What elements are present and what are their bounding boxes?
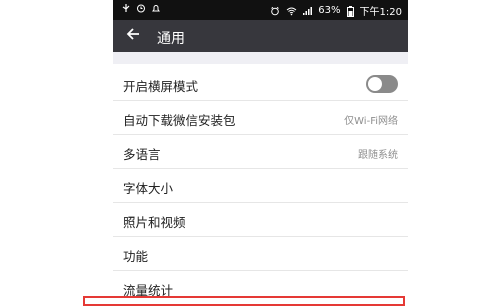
setting-label: 字体大小 [123, 181, 174, 196]
page-title: 通用 [157, 31, 185, 47]
setting-label: 功能 [123, 249, 149, 264]
wifi-icon [286, 6, 297, 16]
phone-screen: 63% 下午1:20 通用 开启横屏模式 自动下载微信安装包 仅Wi-Fi网络 … [113, 0, 408, 303]
setting-label: 自动下载微信安装包 [123, 113, 236, 128]
status-left-icons [121, 3, 161, 13]
back-button[interactable] [123, 26, 143, 46]
battery-percent: 63% [318, 5, 341, 16]
timer-icon [136, 3, 146, 13]
app-bar: 通用 [113, 20, 408, 52]
landscape-toggle[interactable] [366, 75, 398, 93]
status-time: 下午1:20 [359, 7, 402, 18]
battery-icon [346, 5, 354, 17]
setting-landscape-mode[interactable]: 开启横屏模式 [113, 67, 408, 101]
setting-font-size[interactable]: 字体大小 [113, 169, 408, 203]
alarm-icon [270, 6, 280, 16]
setting-label: 开启横屏模式 [123, 79, 199, 94]
toggle-knob [368, 77, 382, 91]
notification-icon [151, 3, 161, 13]
usb-icon [121, 3, 131, 13]
setting-label: 照片和视频 [123, 215, 186, 230]
setting-label: 多语言 [123, 147, 161, 162]
setting-value: 仅Wi-Fi网络 [344, 116, 398, 127]
setting-photos-videos[interactable]: 照片和视频 [113, 203, 408, 237]
setting-auto-download[interactable]: 自动下载微信安装包 仅Wi-Fi网络 [113, 101, 408, 135]
setting-features[interactable]: 功能 [113, 237, 408, 271]
setting-language[interactable]: 多语言 跟随系统 [113, 135, 408, 169]
status-right-icons: 63% 下午1:20 [270, 3, 402, 18]
status-bar: 63% 下午1:20 [113, 0, 408, 20]
settings-list: 开启横屏模式 自动下载微信安装包 仅Wi-Fi网络 多语言 跟随系统 字体大小 … [113, 64, 408, 303]
highlight-box [83, 296, 405, 306]
setting-value: 跟随系统 [358, 150, 398, 161]
signal-icon [302, 6, 313, 16]
back-arrow-icon [125, 26, 141, 46]
